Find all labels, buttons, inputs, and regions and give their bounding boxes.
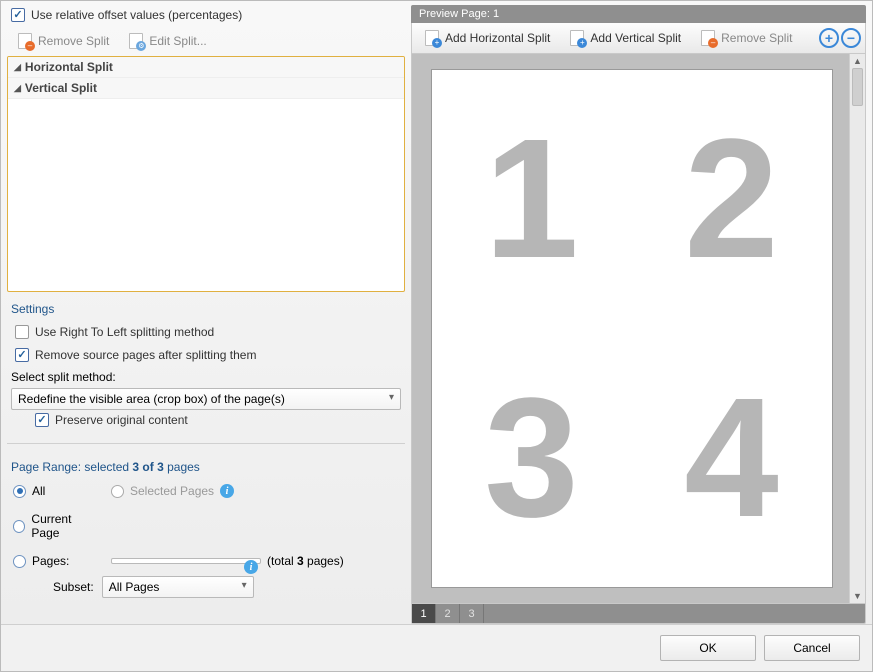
caret-icon: ◢	[14, 62, 21, 73]
radio-pages-label: Pages:	[32, 554, 69, 568]
preserve-checkbox[interactable]	[35, 413, 49, 427]
preview-remove-split-button: Remove Split	[692, 25, 801, 51]
preview-page: 1 2 3 4	[432, 70, 832, 587]
radio-all-label: All	[32, 484, 45, 498]
preview-toolbar: Add Horizontal Split Add Vertical Split …	[411, 23, 866, 54]
page-range-title: Page Range: selected 3 of 3 pages	[7, 450, 405, 480]
page-tab-1[interactable]: 1	[412, 604, 436, 623]
split-tree[interactable]: ◢ Horizontal Split ◢ Vertical Split	[7, 56, 405, 292]
caret-icon: ◢	[14, 83, 21, 94]
zoom-in-button[interactable]: +	[819, 28, 839, 48]
radio-selected	[111, 485, 124, 498]
doc-remove-icon	[18, 33, 32, 49]
minus-badge-icon	[25, 41, 35, 51]
doc-v-icon	[570, 30, 584, 46]
scroll-up-icon[interactable]: ▲	[850, 54, 865, 68]
tree-horizontal-split[interactable]: ◢ Horizontal Split	[8, 57, 404, 78]
plus-badge-icon	[577, 38, 587, 48]
preview-header: Preview Page: 1	[411, 5, 866, 23]
add-horizontal-label: Add Horizontal Split	[445, 31, 550, 45]
add-horizontal-split-button[interactable]: Add Horizontal Split	[416, 25, 559, 51]
radio-selected-row: Selected Pages	[109, 480, 401, 502]
subset-label: Subset:	[53, 580, 94, 594]
use-relative-offset-row[interactable]: Use relative offset values (percentages)	[7, 5, 405, 28]
pages-input[interactable]	[111, 558, 261, 564]
add-vertical-split-button[interactable]: Add Vertical Split	[561, 25, 690, 51]
dialog-footer: OK Cancel	[1, 624, 872, 671]
info-icon[interactable]	[220, 484, 234, 498]
plus-badge-icon	[432, 38, 442, 48]
quadrant-4: 4	[632, 329, 832, 588]
preview-scrollbar[interactable]: ▲ ▼	[849, 54, 865, 603]
split-method-select[interactable]: Redefine the visible area (crop box) of …	[11, 388, 401, 410]
remove-source-checkbox[interactable]	[15, 348, 29, 362]
remove-split-label: Remove Split	[38, 34, 109, 48]
total-pages-label: (total 3 pages)	[267, 554, 344, 568]
subset-row: Subset: All Pages	[7, 572, 405, 598]
edit-split-label: Edit Split...	[149, 34, 206, 48]
page-range-suffix: pages	[164, 460, 200, 474]
radio-pages[interactable]	[13, 555, 26, 568]
zoom-out-button[interactable]: −	[841, 28, 861, 48]
use-relative-offset-checkbox[interactable]	[11, 8, 25, 22]
radio-pages-row[interactable]: Pages:	[11, 550, 101, 572]
edit-split-button: Edit Split...	[120, 28, 215, 54]
divider	[7, 443, 405, 444]
left-toolbar: Remove Split Edit Split...	[7, 28, 405, 56]
remove-split-button: Remove Split	[9, 28, 118, 54]
left-panel: Use relative offset values (percentages)…	[7, 5, 405, 624]
radio-selected-label: Selected Pages	[130, 484, 214, 498]
radio-current-row[interactable]: Current Page	[11, 508, 101, 544]
scroll-down-icon[interactable]: ▼	[850, 589, 865, 603]
page-tab-2[interactable]: 2	[436, 604, 460, 623]
page-range-prefix: Page Range: selected	[11, 460, 132, 474]
radio-current-label: Current Page	[31, 512, 99, 540]
split-method-value: Redefine the visible area (crop box) of …	[18, 392, 285, 406]
radio-all[interactable]	[13, 485, 26, 498]
settings-title: Settings	[7, 292, 405, 322]
settings-block: Use Right To Left splitting method Remov…	[7, 322, 405, 433]
tree-vertical-label: Vertical Split	[25, 81, 97, 95]
gear-badge-icon	[136, 41, 146, 51]
preview-panel: Preview Page: 1 Add Horizontal Split Add…	[411, 5, 866, 624]
split-pages-dialog: Use relative offset values (percentages)…	[0, 0, 873, 672]
select-split-method-label: Select split method:	[11, 368, 401, 388]
use-relative-offset-label: Use relative offset values (percentages)	[31, 8, 242, 22]
page-tab-3[interactable]: 3	[460, 604, 484, 623]
tree-horizontal-label: Horizontal Split	[25, 60, 113, 74]
ok-button[interactable]: OK	[660, 635, 756, 661]
page-range-block: All Selected Pages Current Page Pages:	[7, 480, 405, 572]
radio-current[interactable]	[13, 520, 25, 533]
main-area: Use relative offset values (percentages)…	[1, 1, 872, 624]
remove-source-row[interactable]: Remove source pages after splitting them	[11, 345, 401, 368]
preview-remove-split-label: Remove Split	[721, 31, 792, 45]
page-range-bold: 3 of 3	[132, 460, 163, 474]
rtl-row[interactable]: Use Right To Left splitting method	[11, 322, 401, 345]
quadrant-3: 3	[432, 329, 632, 588]
rtl-checkbox[interactable]	[15, 325, 29, 339]
doc-remove-icon	[701, 30, 715, 46]
remove-source-label: Remove source pages after splitting them	[35, 348, 256, 362]
preview-page-tabs: 1 2 3	[411, 604, 866, 624]
radio-all-row[interactable]: All	[11, 480, 101, 502]
rtl-label: Use Right To Left splitting method	[35, 325, 214, 339]
minus-badge-icon	[708, 38, 718, 48]
cancel-button[interactable]: Cancel	[764, 635, 860, 661]
doc-h-icon	[425, 30, 439, 46]
doc-edit-icon	[129, 33, 143, 49]
pages-input-row: (total 3 pages)	[109, 550, 401, 572]
subset-select[interactable]: All Pages	[102, 576, 254, 598]
page-area[interactable]: 1 2 3 4	[412, 54, 849, 603]
preview-body: 1 2 3 4 ▲ ▼	[411, 54, 866, 604]
info-icon[interactable]	[244, 560, 258, 574]
quadrant-2: 2	[632, 70, 832, 329]
tree-vertical-split[interactable]: ◢ Vertical Split	[8, 78, 404, 99]
preserve-row[interactable]: Preserve original content	[11, 410, 401, 433]
preserve-label: Preserve original content	[55, 413, 188, 427]
quadrant-1: 1	[432, 70, 632, 329]
subset-value: All Pages	[109, 580, 160, 594]
scroll-thumb[interactable]	[852, 68, 863, 106]
add-vertical-label: Add Vertical Split	[590, 31, 681, 45]
